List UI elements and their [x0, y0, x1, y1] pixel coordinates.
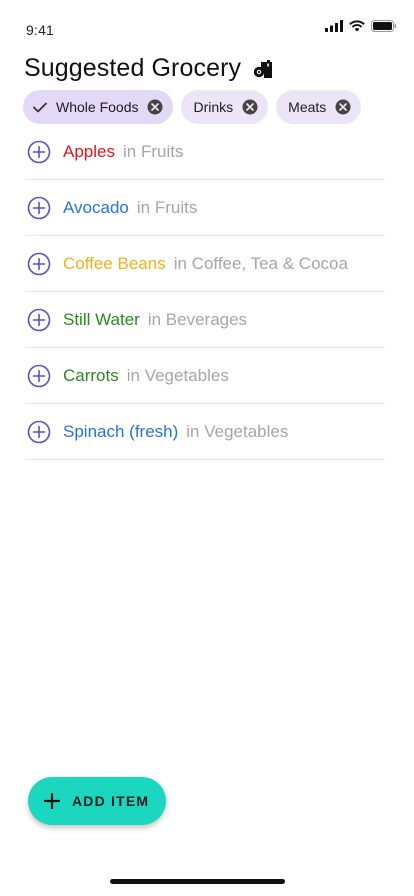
item-name: Carrots: [63, 365, 119, 385]
filter-chips: Whole Foods Drinks Meats: [23, 90, 362, 124]
item-name: Spinach (fresh): [63, 421, 179, 441]
item-category: in Fruits: [122, 141, 184, 161]
item-category: in Fruits: [136, 197, 198, 217]
plus-icon: [44, 793, 60, 809]
add-circle-icon[interactable]: [27, 364, 51, 388]
list-item[interactable]: Avocado in Fruits: [26, 180, 385, 236]
item-category: in Beverages: [147, 309, 248, 329]
close-circle-icon[interactable]: [334, 98, 352, 116]
add-item-button[interactable]: ADD ITEM: [28, 777, 166, 825]
page-title: Suggested Grocery: [24, 54, 242, 82]
cellular-signal-icon: [325, 20, 343, 32]
header: Suggested Grocery: [24, 54, 274, 83]
list-item[interactable]: Coffee Beans in Coffee, Tea & Cocoa: [26, 236, 385, 292]
chip-whole-foods[interactable]: Whole Foods: [23, 90, 174, 124]
item-category: in Vegetables: [186, 421, 289, 441]
chip-label: Drinks: [193, 99, 234, 115]
chip-label: Whole Foods: [56, 99, 139, 115]
add-circle-icon[interactable]: [27, 196, 51, 220]
check-icon: [31, 98, 49, 116]
item-name: Apples: [63, 141, 115, 161]
status-icons: [325, 20, 397, 32]
list-item[interactable]: Still Water in Beverages: [26, 292, 385, 348]
close-circle-icon[interactable]: [241, 98, 259, 116]
add-circle-icon[interactable]: [27, 308, 51, 332]
status-time: 9:41: [26, 22, 55, 38]
item-name: Avocado: [63, 197, 129, 217]
chip-meats[interactable]: Meats: [276, 90, 362, 124]
item-category: in Vegetables: [126, 365, 229, 385]
item-name: Coffee Beans: [63, 253, 166, 273]
chip-label: Meats: [288, 99, 327, 115]
status-bar: 9:41: [0, 0, 414, 50]
add-circle-icon[interactable]: [27, 252, 51, 276]
list-item[interactable]: Carrots in Vegetables: [26, 348, 385, 404]
list-item[interactable]: Spinach (fresh) in Vegetables: [26, 404, 385, 460]
battery-icon: [371, 20, 397, 32]
grocery-bag-icon: [252, 58, 274, 80]
wifi-icon: [349, 20, 365, 32]
add-item-label: ADD ITEM: [72, 793, 150, 809]
item-name: Still Water: [63, 309, 140, 329]
grocery-list: Apples in Fruits Avocado in Fruits Coffee Be…: [26, 124, 385, 460]
list-item[interactable]: Apples in Fruits: [26, 124, 385, 180]
close-circle-icon[interactable]: [146, 98, 164, 116]
home-indicator[interactable]: [110, 879, 285, 884]
item-category: in Coffee, Tea & Cocoa: [173, 253, 348, 273]
add-circle-icon[interactable]: [27, 140, 51, 164]
chip-drinks[interactable]: Drinks: [181, 90, 269, 124]
add-circle-icon[interactable]: [27, 420, 51, 444]
